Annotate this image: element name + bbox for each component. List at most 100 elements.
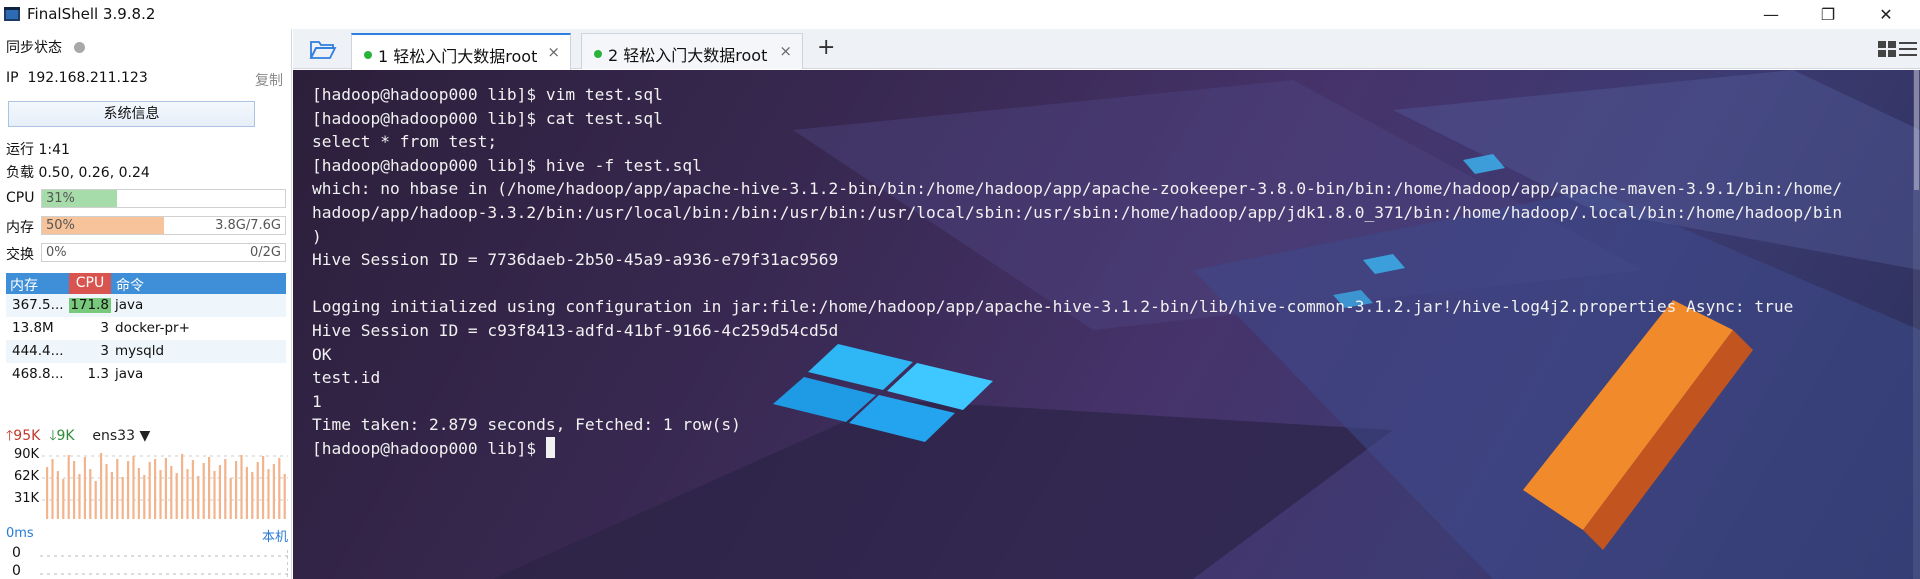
copy-ip-button[interactable]: 复制 (255, 70, 283, 90)
network-traffic-bar (218, 465, 221, 519)
swap-label: 交换 (6, 247, 34, 263)
network-traffic-bar (197, 476, 200, 519)
network-traffic-bar (213, 471, 216, 519)
process-row[interactable]: 444.4... 3 mysqld (6, 340, 286, 363)
terminal-line: [hadoop@hadoop000 lib]$ cat test.sql (312, 108, 663, 128)
ping-latency: 0ms (6, 526, 34, 541)
terminal-scrollbar-thumb[interactable] (1914, 70, 1919, 190)
terminal-line: select * from test; (312, 132, 498, 152)
network-traffic-bar (186, 469, 189, 519)
uptime-text: 运行 1:41 (6, 142, 70, 158)
terminal-output: [hadoop@hadoop000 lib]$ vim test.sql [had… (312, 83, 1842, 461)
sort-by-memory-header[interactable]: 内存 (10, 275, 38, 295)
network-traffic-bar (181, 454, 184, 519)
process-table-header: 内存 CPU 命令 (6, 273, 286, 294)
ping-host-select[interactable]: 本机 (262, 526, 288, 545)
process-command: mysqld (115, 343, 165, 359)
memory-amount: 3.8G/7.6G (215, 218, 281, 233)
close-window-button[interactable]: ✕ (1858, 0, 1914, 29)
network-traffic-bar (100, 453, 103, 519)
process-command: java (115, 297, 144, 313)
terminal-line: Hive Session ID = c93f8413-adfd-41bf-916… (312, 320, 839, 340)
chevron-down-icon: ▼ (139, 428, 151, 444)
system-sidebar: 同步状态 IP 192.168.211.123 复制 系统信息 运行 1:41 … (0, 29, 292, 579)
network-traffic-bar (110, 472, 113, 519)
terminal-line: ) (312, 226, 322, 246)
process-cpu: 1.3 (87, 366, 109, 382)
network-traffic-chart: 90K 62K 31K (6, 447, 288, 519)
network-traffic-bar (116, 459, 119, 519)
swap-meter: 0% 0/2G (41, 243, 286, 262)
swap-amount: 0/2G (250, 245, 281, 260)
sync-status-dot-icon (74, 42, 85, 53)
terminal-line: Hive Session ID = 7736daeb-2b50-45a9-a93… (312, 250, 839, 270)
network-axis-label-low: 31K (14, 491, 40, 506)
network-traffic-bars (42, 453, 288, 519)
tab-session-1[interactable]: 1 轻松入门大数据root × (351, 33, 571, 70)
process-row[interactable]: 367.5... 171.8 java (6, 294, 286, 317)
network-traffic-bar (73, 461, 76, 519)
network-traffic-bar (148, 462, 151, 519)
network-traffic-bar (154, 459, 157, 519)
memory-percent: 50% (46, 218, 75, 233)
network-traffic-bar (89, 469, 92, 519)
network-axis-label-mid: 62K (14, 469, 40, 484)
terminal-line: [hadoop@hadoop000 lib]$ vim test.sql (312, 85, 663, 104)
terminal-scrollbar[interactable] (1913, 70, 1920, 579)
terminal-line: [hadoop@hadoop000 lib]$ hive -f test.sql (312, 155, 702, 175)
terminal-line: test.id (312, 368, 381, 388)
add-tab-button[interactable]: + (817, 35, 835, 60)
network-traffic-bar (56, 471, 59, 519)
connected-dot-icon (364, 51, 372, 59)
process-row[interactable]: 468.8... 1.3 java (6, 363, 286, 386)
folder-open-icon[interactable] (309, 37, 337, 61)
restore-button[interactable]: ❐ (1800, 0, 1856, 29)
process-cpu: 3 (100, 343, 109, 359)
terminal-line: 1 (312, 391, 322, 411)
menu-icon[interactable] (1898, 40, 1918, 58)
swap-percent: 0% (46, 245, 67, 260)
process-memory: 367.5... (12, 297, 64, 313)
tab-session-2[interactable]: 2 轻松入门大数据root × (581, 33, 803, 69)
process-cpu: 171.8 (70, 297, 109, 313)
network-traffic-bar (164, 458, 167, 519)
ping-grid (40, 550, 288, 579)
terminal-line: Time taken: 2.879 seconds, Fetched: 1 ro… (312, 415, 741, 435)
network-traffic-bar (224, 459, 227, 519)
tab-label: 2 轻松入门大数据root (608, 46, 768, 65)
layout-grid-icon[interactable] (1877, 40, 1897, 58)
connected-dot-icon (594, 50, 602, 58)
process-command: java (115, 366, 144, 382)
finalshell-logo-icon (4, 7, 20, 21)
network-interface-name: ens33 (92, 428, 135, 444)
close-tab-icon[interactable]: × (779, 42, 792, 60)
network-traffic-bar (137, 468, 140, 519)
cpu-percent: 31% (46, 191, 75, 206)
process-table: 内存 CPU 命令 367.5... 171.8 java 13.8M 3 docker-… (6, 273, 286, 386)
network-traffic-bar (143, 475, 146, 519)
network-traffic-bar (127, 461, 130, 519)
sort-by-cpu-header[interactable]: CPU (69, 273, 111, 294)
sync-status: 同步状态 (6, 37, 85, 57)
network-axis-label-high: 90K (14, 447, 40, 462)
network-traffic-bar (235, 461, 238, 519)
minimize-button[interactable]: — (1743, 0, 1799, 29)
process-cpu: 3 (100, 320, 109, 336)
terminal-view[interactable]: [hadoop@hadoop000 lib]$ vim test.sql [had… (293, 70, 1920, 579)
terminal-line: which: no hbase in (/home/hadoop/app/apa… (312, 179, 1843, 199)
command-header[interactable]: 命令 (116, 275, 144, 295)
network-interface-select[interactable]: ens33 ▼ (92, 428, 150, 444)
network-traffic-bar (62, 479, 65, 519)
process-memory: 444.4... (12, 343, 64, 359)
close-tab-icon[interactable]: × (547, 43, 560, 61)
network-traffic-bar (240, 455, 243, 519)
network-traffic-bar (229, 478, 232, 519)
system-info-button[interactable]: 系统信息 (8, 101, 255, 127)
network-traffic-bar (245, 467, 248, 519)
download-speed: 9K (56, 428, 75, 444)
network-traffic-bar (105, 464, 108, 519)
process-row[interactable]: 13.8M 3 docker-pr+ (6, 317, 286, 340)
ip-label: IP (6, 70, 19, 86)
network-traffic-bar (46, 467, 49, 519)
